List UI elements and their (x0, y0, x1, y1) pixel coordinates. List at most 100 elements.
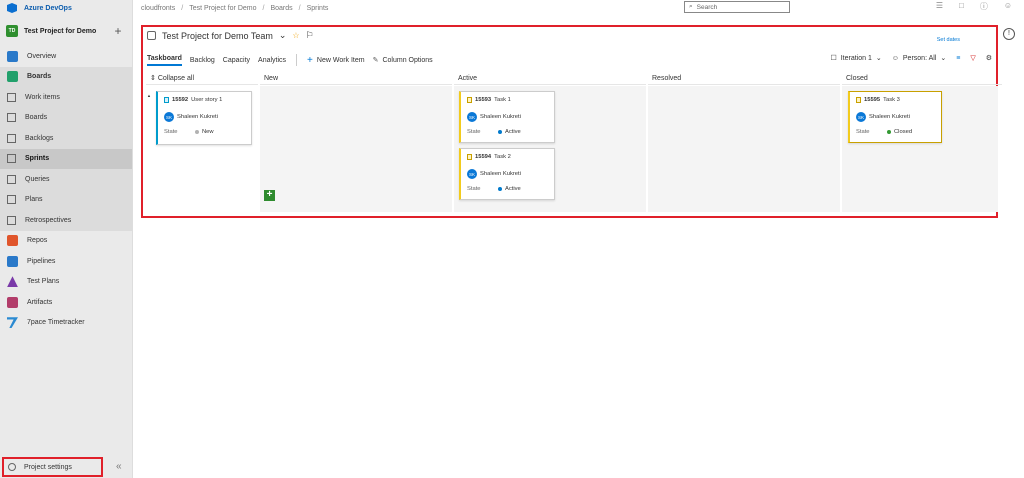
add-button[interactable]: + (110, 24, 126, 38)
project-settings-label: Project settings (24, 463, 72, 471)
sidebar-item-label: Pipelines (27, 257, 56, 265)
sidebar-item-overview[interactable]: Overview (0, 46, 132, 67)
iteration-selector[interactable]: ☐ Iteration 1 ⌄ (830, 54, 882, 63)
state-text: Active (505, 129, 521, 135)
task-card[interactable]: 15593 Task 1 SK Shaleen Kukreti State Ac… (459, 91, 555, 143)
column-options-label: Column Options (382, 56, 433, 64)
new-work-item-button[interactable]: + New Work Item (307, 55, 365, 66)
sidebar-item-pipelines[interactable]: Pipelines (0, 251, 132, 272)
person-icon: ☺ (891, 54, 899, 62)
breadcrumb-org[interactable]: cloudfronts (141, 5, 175, 12)
chevron-down-icon[interactable]: ⌄ (279, 30, 287, 41)
collapse-all-label: Collapse all (157, 75, 195, 82)
task-card[interactable]: 15595 Task 3 SK Shaleen Kukreti State Cl… (848, 91, 942, 143)
help-icon[interactable]: ⓘ (980, 1, 988, 12)
column-header-resolved: Resolved (648, 72, 840, 85)
artifacts-icon (7, 296, 18, 308)
set-dates-link[interactable]: Set dates (937, 37, 960, 43)
info-icon[interactable]: ! (1003, 28, 1015, 40)
sidebar-item-sprints[interactable]: Sprints (0, 148, 132, 169)
column-header-new: New (260, 72, 452, 85)
sidebar-item-backlogs[interactable]: Backlogs (0, 128, 132, 149)
team-icon (147, 31, 156, 40)
sprint-icon (7, 154, 16, 164)
sidebar-item-boards-sub[interactable]: Boards (0, 108, 132, 129)
right-toolbar: ☐ Iteration 1 ⌄ ☺ Person: All ⌄ ≡ ▽ ⚙ (830, 54, 992, 63)
chevron-down-icon: ⌄ (875, 55, 882, 62)
tab-capacity[interactable]: Capacity (223, 57, 250, 64)
column-header-closed: Closed (842, 72, 1002, 85)
card-assignee: SK Shaleen Kukreti (856, 112, 910, 122)
project-settings-button[interactable]: Project settings (2, 457, 103, 477)
settings-sliders-icon[interactable]: ≡ (956, 55, 960, 62)
user-settings-icon[interactable]: ☺ (1004, 1, 1012, 12)
sidebar-item-repos[interactable]: Repos (0, 231, 132, 252)
sidebar: Azure DevOps TD Test Project for Demo + … (0, 0, 133, 478)
card-title: 15594 Task 2 (467, 154, 511, 160)
gear-icon (8, 463, 16, 471)
assignee-name: Shaleen Kukreti (480, 171, 521, 177)
avatar: SK (467, 112, 477, 122)
sidebar-item-test-plans[interactable]: Test Plans (0, 272, 132, 293)
favorite-star-icon[interactable]: ☆ (292, 31, 299, 40)
sidebar-item-label: Backlogs (25, 134, 54, 142)
card-id: 15592 (172, 97, 189, 103)
team-selector[interactable]: Test Project for Demo Team ⌄ ☆ ⚐ (147, 30, 314, 41)
breadcrumb-sprints[interactable]: Sprints (307, 5, 329, 12)
state-text: Active (505, 186, 521, 192)
filter-icon[interactable]: ▽ (970, 54, 975, 62)
team-members-icon[interactable]: ⚐ (306, 30, 314, 41)
state-label: State (164, 129, 178, 135)
marketplace-icon[interactable]: □ (959, 1, 964, 12)
sidebar-item-label: Boards (27, 73, 52, 81)
tab-analytics[interactable]: Analytics (258, 57, 286, 64)
work-items-icon (7, 92, 16, 102)
task-icon (467, 154, 472, 160)
project-selector[interactable]: TD Test Project for Demo + (0, 16, 132, 46)
state-text: New (202, 129, 214, 135)
sidebar-item-retrospectives[interactable]: Retrospectives (0, 210, 132, 231)
tab-taskboard[interactable]: Taskboard (147, 55, 182, 66)
card-assignee: SK Shaleen Kukreti (164, 112, 218, 122)
sidebar-item-label: Retrospectives (25, 216, 72, 224)
column-options-button[interactable]: ✎ Column Options (373, 56, 433, 65)
card-assignee: SK Shaleen Kukreti (467, 112, 521, 122)
list-icon[interactable]: ☰ (936, 1, 943, 12)
search-input[interactable]: ⌕ Search (684, 1, 790, 13)
sidebar-item-artifacts[interactable]: Artifacts (0, 292, 132, 313)
sidebar-item-queries[interactable]: Queries (0, 169, 132, 190)
expand-row-icon[interactable]: ▲ (147, 93, 151, 98)
card-id: 15595 (864, 97, 881, 103)
state-label: State (467, 129, 481, 135)
test-plans-icon (7, 276, 18, 288)
story-card[interactable]: 15592 User story 1 SK Shaleen Kukreti St… (156, 91, 252, 145)
sidebar-item-boards[interactable]: Boards (0, 66, 132, 87)
gear-icon[interactable]: ⚙ (986, 54, 992, 62)
sidebar-item-label: Work items (25, 93, 60, 101)
person-filter[interactable]: ☺ Person: All ⌄ (891, 54, 947, 63)
search-placeholder: Search (696, 3, 718, 11)
search-icon: ⌕ (689, 3, 693, 10)
breadcrumb-boards[interactable]: Boards (270, 5, 292, 12)
tab-backlog[interactable]: Backlog (190, 57, 215, 64)
person-label: Person: All (902, 54, 937, 62)
taskboard: ⇕ Collapse all New Active Resolved Close… (146, 72, 1024, 212)
task-card[interactable]: 15594 Task 2 SK Shaleen Kukreti State Ac… (459, 148, 555, 200)
boards-group: Boards Work items Boards Backlogs Sprint… (0, 66, 132, 231)
state-value[interactable]: Active (498, 186, 521, 192)
sidebar-item-7pace-timetracker[interactable]: 7pace Timetracker (0, 313, 132, 334)
collapse-all-button[interactable]: ⇕ Collapse all (146, 72, 258, 85)
sidebar-item-label: 7pace Timetracker (27, 319, 85, 327)
sidebar-item-work-items[interactable]: Work items (0, 87, 132, 108)
brand[interactable]: Azure DevOps (0, 0, 132, 16)
backlog-icon (7, 133, 16, 143)
sidebar-item-label: Queries (25, 175, 50, 183)
breadcrumb-project[interactable]: Test Project for Demo (189, 5, 256, 12)
iteration-label: Iteration 1 (840, 54, 872, 62)
collapse-sidebar-icon[interactable]: « (116, 461, 122, 472)
state-value[interactable]: New (195, 129, 214, 135)
add-task-button[interactable]: + (264, 190, 275, 201)
state-value[interactable]: Closed (887, 129, 912, 135)
sidebar-item-plans[interactable]: Plans (0, 190, 132, 211)
state-value[interactable]: Active (498, 129, 521, 135)
